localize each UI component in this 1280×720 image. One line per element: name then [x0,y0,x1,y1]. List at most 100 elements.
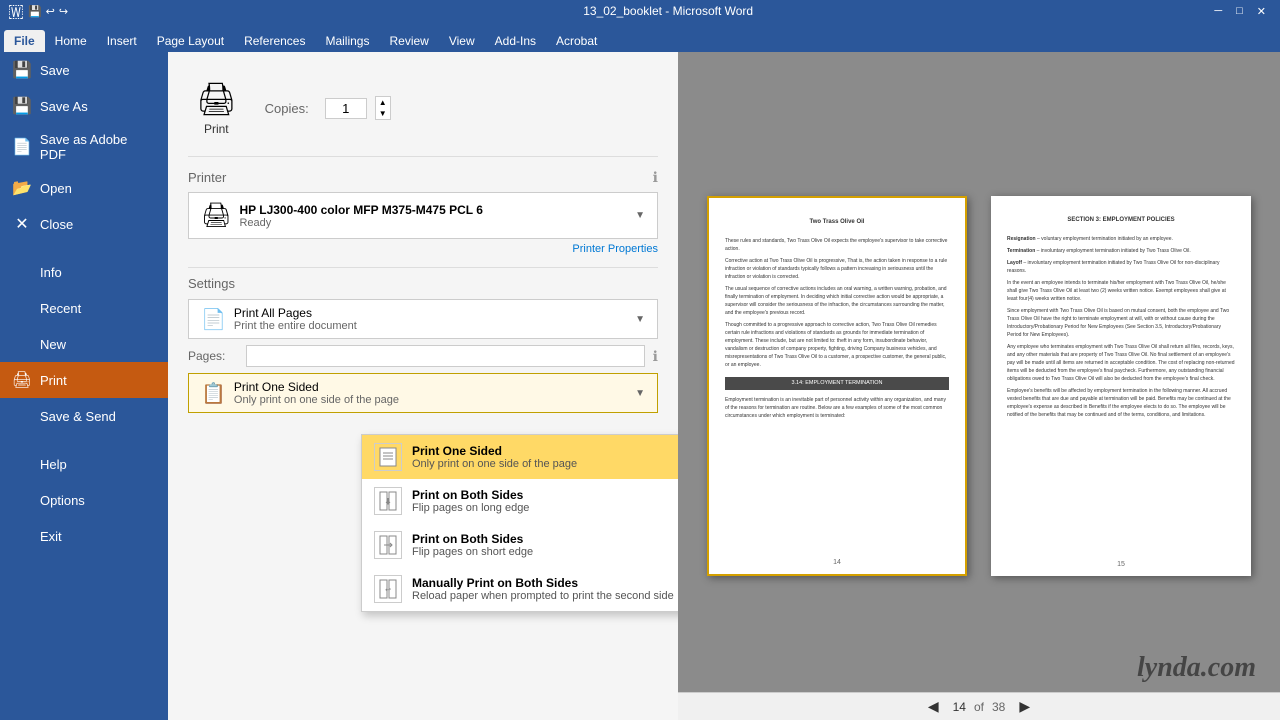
duplex-option-one-sided[interactable]: Print One Sided Only print on one side o… [362,435,678,479]
duplex-option-both-short[interactable]: Print on Both Sides Flip pages on short … [362,523,678,567]
sidebar-item-options[interactable]: Options [0,482,168,518]
both-sides-long-sub: Flip pages on long edge [412,502,529,514]
printer-selector[interactable]: 🖨 HP LJ300-400 color MFP M375-M475 PCL 6… [188,192,658,239]
manual-both-icon: ↩ [374,575,402,603]
page-total-label: of [974,700,984,714]
right-page-header: SECTION 3: EMPLOYMENT POLICIES [1007,216,1235,225]
sidebar-item-save[interactable]: 💾 Save [0,52,168,88]
printer-properties-link[interactable]: Printer Properties [188,243,658,255]
quick-access-undo[interactable]: ↩ [46,5,55,18]
left-page-number: 14 [833,559,841,566]
left-page-content: These rules and standards, Two Trass Oli… [725,237,949,420]
copies-down-button[interactable]: ▼ [376,108,390,119]
current-page: 14 [953,700,966,714]
maximize-button[interactable]: □ [1230,5,1249,18]
tab-view[interactable]: View [439,30,485,52]
duplex-selector[interactable]: 📋 Print One Sided Only print on one side… [188,373,658,413]
left-page-header: Two Trass Olive Oil [725,218,949,227]
section-header: 3.14: EMPLOYMENT TERMINATION [725,377,949,390]
copies-up-button[interactable]: ▲ [376,97,390,108]
tab-references[interactable]: References [234,30,315,52]
sidebar-item-save-adobe[interactable]: 📄 Save as Adobe PDF [0,124,168,170]
both-sides-short-title: Print on Both Sides [412,532,533,546]
sidebar-item-save-send[interactable]: Save & Send [0,398,168,434]
sidebar-item-recent[interactable]: Recent [0,290,168,326]
manual-both-sub: Reload paper when prompted to print the … [412,590,674,602]
window-title: 13_02_booklet - Microsoft Word [128,4,1208,18]
printer-dropdown-arrow: ▼ [635,210,645,221]
recent-icon [12,298,32,318]
pages-input[interactable] [246,345,645,367]
one-sided-title: Print One Sided [412,444,577,458]
copies-input[interactable] [325,98,367,119]
tab-addins[interactable]: Add-Ins [485,30,546,52]
document-preview: Two Trass Olive Oil These rules and stan… [678,52,1280,720]
duplex-dropdown-arrow: ▼ [635,388,645,399]
sidebar-item-open[interactable]: 📂 Open [0,170,168,206]
preview-page-left: Two Trass Olive Oil These rules and stan… [707,196,967,576]
duplex-dropdown-menu: Print One Sided Only print on one side o… [361,434,678,612]
sidebar-item-info[interactable]: Info [0,254,168,290]
svg-text:↩: ↩ [385,587,391,594]
tab-acrobat[interactable]: Acrobat [546,30,607,52]
tab-insert[interactable]: Insert [97,30,147,52]
sidebar-item-new[interactable]: New [0,326,168,362]
both-sides-long-icon [374,487,402,515]
printer-section-label: Printer [188,170,226,185]
both-sides-long-title: Print on Both Sides [412,488,529,502]
manual-both-title: Manually Print on Both Sides [412,576,674,590]
tab-review[interactable]: Review [379,30,438,52]
quick-access-redo[interactable]: ↪ [59,5,68,18]
preview-page-right: SECTION 3: EMPLOYMENT POLICIES Resignati… [991,196,1251,576]
print-icon: 🖨 [12,370,32,390]
print-scope-selector[interactable]: 📄 Print All Pages Print the entire docum… [188,299,658,339]
right-page-content: Resignation – voluntary employment termi… [1007,235,1235,419]
tab-mailings[interactable]: Mailings [315,30,379,52]
pages-label: Pages: [188,349,238,363]
pages-info-icon[interactable]: ℹ [653,348,658,365]
info-icon [12,262,32,282]
duplex-option-manual[interactable]: ↩ Manually Print on Both Sides Reload pa… [362,567,678,611]
sidebar-item-close[interactable]: ✕ Close [0,206,168,242]
preview-pages: Two Trass Olive Oil These rules and stan… [707,196,1251,576]
duplex-icon: 📋 [201,381,226,406]
one-sided-icon [374,443,402,471]
one-sided-sub: Only print on one side of the page [412,458,577,470]
copies-label: Copies: [265,101,309,116]
open-icon: 📂 [12,178,32,198]
sidebar-item-save-as[interactable]: 💾 Save As [0,88,168,124]
print-scope-arrow: ▼ [635,314,645,325]
sidebar-item-exit[interactable]: Exit [0,518,168,554]
close-icon: ✕ [12,214,32,234]
ribbon-tabs: File Home Insert Page Layout References … [0,22,1280,52]
both-sides-short-icon [374,531,402,559]
minimize-button[interactable]: ─ [1208,5,1228,18]
save-send-icon [12,406,32,426]
quick-access-save[interactable]: 💾 [28,5,42,18]
lynda-logo: lynda.com [1137,652,1256,684]
prev-page-button[interactable]: ◀ [922,696,945,717]
printer-info-icon[interactable]: ℹ [653,169,658,186]
sidebar-item-print[interactable]: 🖨 Print [0,362,168,398]
duplex-option-both-long[interactable]: Print on Both Sides Flip pages on long e… [362,479,678,523]
print-scope-sub: Print the entire document [234,320,635,332]
print-button-label: Print [204,122,229,136]
sidebar-item-help[interactable]: Help [0,446,168,482]
options-icon [12,490,32,510]
print-scope-main: Print All Pages [234,306,635,320]
tab-home[interactable]: Home [45,30,97,52]
print-button[interactable]: 🖨 Print [188,72,245,144]
tab-file[interactable]: File [4,30,45,52]
help-icon [12,454,32,474]
save-icon: 💾 [12,60,32,80]
exit-icon [12,526,32,546]
next-page-button[interactable]: ▶ [1013,696,1036,717]
both-sides-short-sub: Flip pages on short edge [412,546,533,558]
printer-status: Ready [239,217,482,229]
duplex-sub: Only print on one side of the page [234,394,635,406]
close-button[interactable]: ✕ [1251,5,1272,18]
tab-page-layout[interactable]: Page Layout [147,30,234,52]
pages-row: Pages: ℹ [188,345,658,367]
duplex-main: Print One Sided [234,380,635,394]
page-navigation: ◀ 14 of 38 ▶ [678,692,1280,720]
